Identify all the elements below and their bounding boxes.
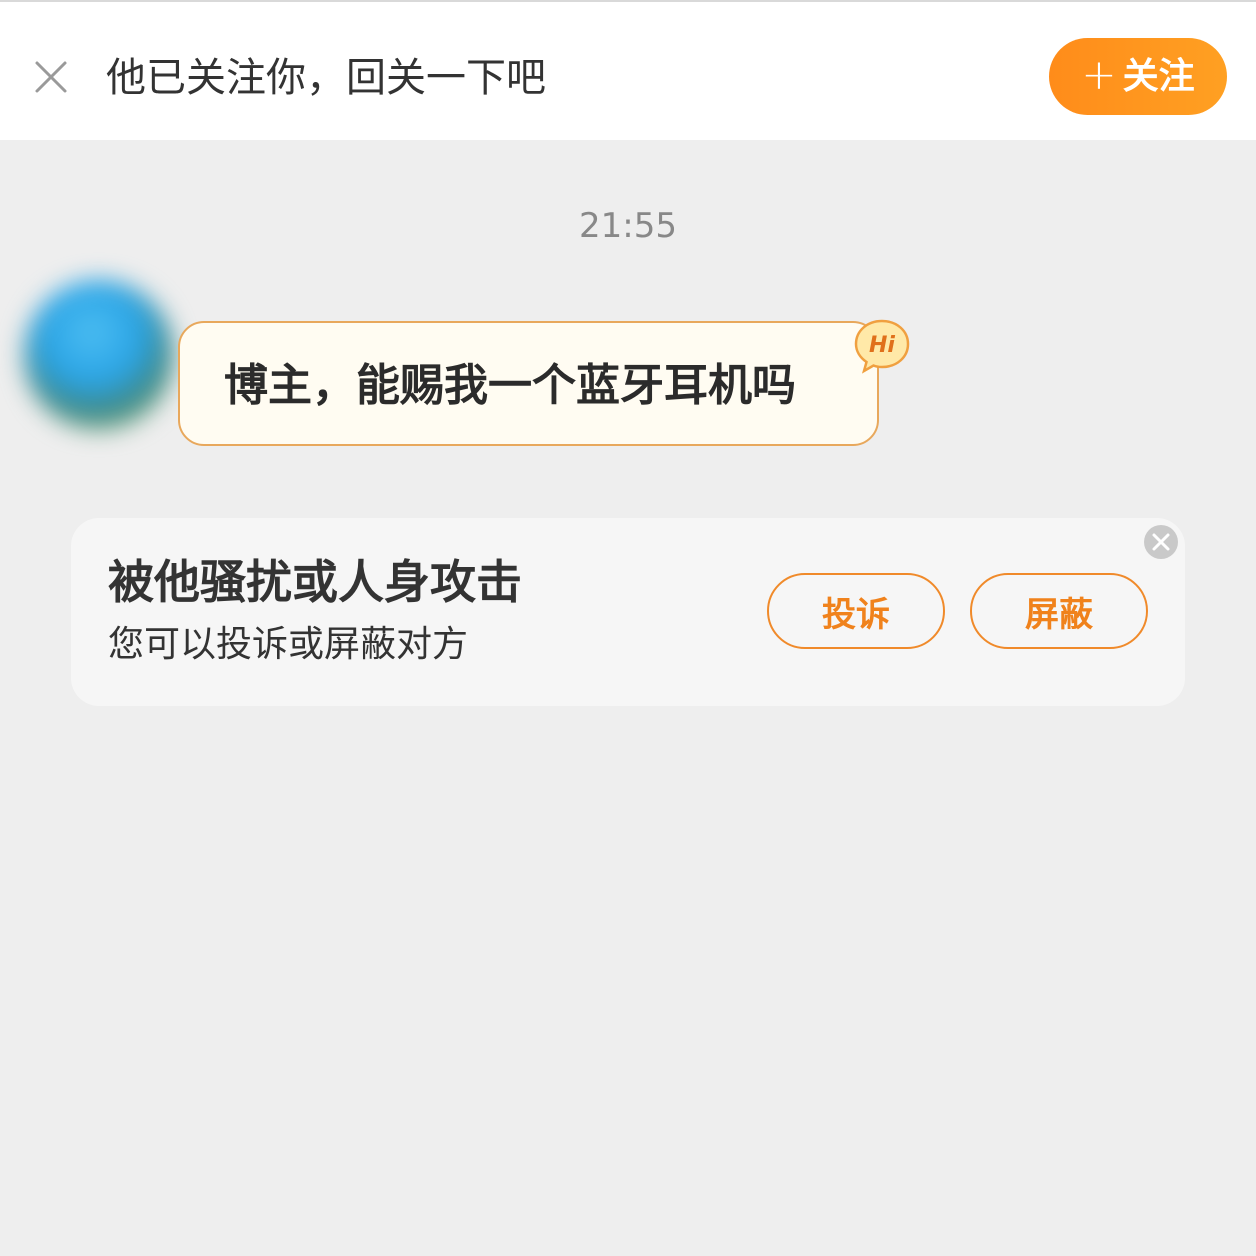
follow-button[interactable]: + 关注: [1049, 38, 1227, 115]
avatar[interactable]: [24, 280, 174, 430]
message-text: 博主，能赐我一个蓝牙耳机吗: [224, 360, 796, 411]
close-circle-icon[interactable]: [1143, 524, 1179, 560]
follow-button-label: 关注: [1122, 55, 1195, 97]
follow-banner: 他已关注你，回关一下吧 + 关注: [0, 0, 1256, 140]
follow-prompt-text: 他已关注你，回关一下吧: [106, 55, 546, 101]
block-button[interactable]: 屏蔽: [970, 573, 1148, 649]
message-timestamp: 21:55: [579, 206, 677, 246]
report-button[interactable]: 投诉: [767, 573, 945, 649]
plus-icon: +: [1081, 49, 1117, 99]
close-icon[interactable]: [28, 54, 74, 100]
safety-card-subtitle: 您可以投诉或屏蔽对方: [108, 624, 469, 665]
safety-card-title: 被他骚扰或人身攻击: [108, 555, 522, 609]
hi-badge-icon: Hi: [852, 317, 912, 375]
hi-badge-label: Hi: [869, 333, 895, 358]
